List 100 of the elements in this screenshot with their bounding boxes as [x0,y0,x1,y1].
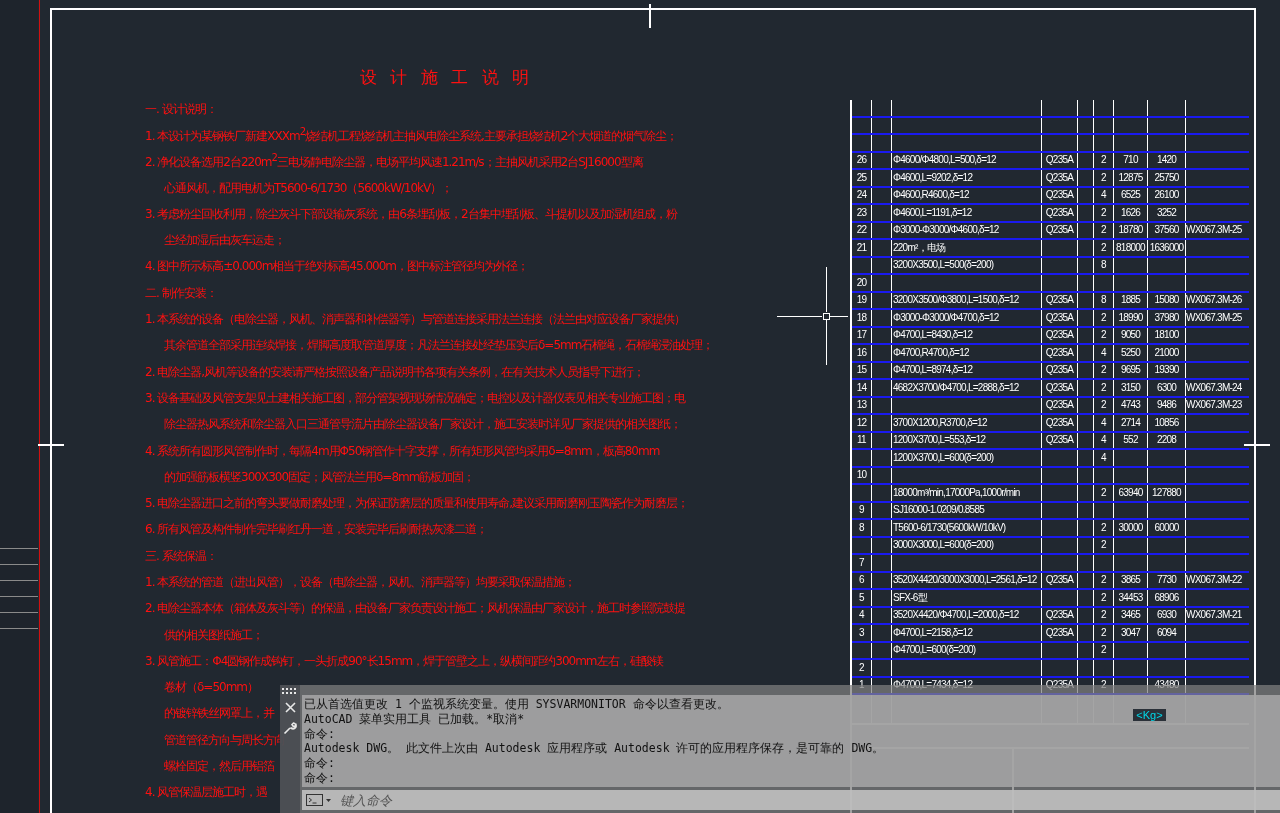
unit-label: <Kg> [1133,709,1166,721]
table-cell: 9050 [1120,329,1141,342]
table-cell: Φ4600/Φ4800,L=500,δ=12 [893,154,996,167]
note-text: 1. 本设计为某钢铁厂新建XXXm$^{2}$烧结机工程烧结机主抽风电除尘系统,主要承担烧结机2个大烟道的烟气除尘； [145,125,678,145]
table-cell: 2 [1101,521,1106,534]
table-cell: 37560 [1154,224,1179,237]
note-text: 除尘器热风系统和除尘器入口三通管导流片由除尘器设备厂家设计，施工安装时详见厂家提供的相关图纸； [164,416,681,434]
table-cell: Q235A [1045,206,1074,219]
table-cell: Q235A [1045,364,1074,377]
table-cell: 68906 [1154,591,1179,604]
table-cell: Q235A [1045,346,1074,359]
drawing-title: 设 计 施 工 说 明 [360,66,535,89]
note-text: 卷材（δ=50mm） [164,679,259,697]
note-text: 1. 本系统的管道（进出风管），设备（电除尘器，风机、消声器等）均要采取保温措施； [145,574,576,591]
table-cell: 26100 [1154,189,1179,202]
table-cell: Q235A [1045,609,1074,622]
table-cell: 4 [859,609,864,622]
note-text: 的镀锌铁丝网罩上，并 [164,705,274,723]
table-cell: 3700X1200,R3700,δ=12 [893,416,987,429]
table-cell: Q235A [1045,399,1074,412]
table-cell: 2 [859,661,864,674]
table-cell: 25750 [1154,171,1179,184]
table-cell: 17 [856,329,867,342]
table-cell: 2 [1101,644,1106,657]
table-cell: 20 [856,276,867,289]
table-cell: 60000 [1154,521,1179,534]
table-cell: Q235A [1045,416,1074,429]
section-heading: 二. 制作安装： [145,284,217,302]
note-text: 2. 净化设备选用2台220m$^{2}$三电场静电除尘器，电场平均风速1.21m/s；主抽风机采用2台SJ16000型离 [145,152,643,172]
table-cell: 24 [856,189,867,202]
table-cell: 2 [1101,574,1106,587]
table-cell: 15080 [1154,294,1179,307]
table-cell: 18000m³/min,17000Pa,1000r/min [893,486,1020,499]
table-cell: 5 [859,591,864,604]
table-cell: 25 [856,171,867,184]
note-text: 1. 本系统的设备（电除尘器，风机、消声器和补偿器等）与管道连接采用法兰连接（法兰由对应设备厂家提供） [145,311,686,328]
table-cell: 4 [1101,434,1106,447]
history-line: AutoCAD 菜单实用工具 已加载。*取消* [304,711,525,727]
table-cell: Φ4700,L=2158,δ=12 [893,626,973,639]
table-cell: 552 [1123,434,1138,447]
table-cell: 1200X3700,L=600(δ=200) [893,451,994,464]
table-cell: 1885 [1120,294,1141,307]
table-cell: 34453 [1118,591,1143,604]
note-text: 4. 图中所示标高±0.000m相当于绝对标高45.000m，图中标注管径均为外径； [145,258,529,276]
table-cell: 3000X3000,L=600(δ=200) [893,539,994,552]
table-cell: 16 [856,346,867,359]
table-cell: Q235A [1045,574,1074,587]
table-cell: Φ3000-Φ3000/Φ4600,δ=12 [893,224,999,237]
table-cell: 1200X3700,L=553,δ=12 [893,434,986,447]
table-cell: 8 [859,521,864,534]
table-cell: WX067.3M-22 [1186,574,1242,587]
table-cell: 8 [1101,294,1106,307]
table-cell: 2208 [1156,434,1177,447]
table-cell: Q235A [1045,329,1074,342]
table-cell: 3252 [1156,206,1177,219]
table-cell: 10856 [1154,416,1179,429]
table-cell: 1 [859,679,864,692]
table-cell: 3465 [1120,609,1141,622]
note-text: 其余管道全部采用连续焊接，焊脚高度取管道厚度；凡法兰连接处经垫压实后δ=5mm石棉绳，石棉绳浸油处理； [164,337,714,355]
table-cell: Q235A [1045,171,1074,184]
table-cell: Φ4700,L=7434,δ=12 [893,679,973,692]
table-cell: 220m²，电场 [893,241,946,254]
note-text: 心通风机，配用电机为T5600-6/1730（5600kW/10kV）； [164,179,453,197]
command-line-field[interactable]: 键入命令 [302,790,1280,810]
table-cell: 3150 [1120,381,1141,394]
table-cell: 37980 [1154,311,1179,324]
table-cell: 4 [1101,451,1106,464]
table-cell: WX067.3M-25 [1186,311,1242,324]
table-cell: Φ4700,R4700,δ=12 [893,346,969,359]
table-cell: 2 [1101,171,1106,184]
table-cell: 18990 [1118,311,1143,324]
table-cell: 818000 [1116,241,1145,254]
table-cell: 15 [856,364,867,377]
command-input[interactable]: 键入命令 [340,792,1280,808]
table-cell: 710 [1123,154,1138,167]
note-text: 4. 系统所有圆形风管制作时，每隔4m用Φ50钢管作十字支撑，所有矩形风管均采用δ=8mm，板高80mm [145,442,660,460]
table-cell: 22 [856,224,867,237]
table-cell: 12875 [1118,171,1143,184]
table-cell: 30000 [1118,521,1143,534]
table-cell: 2 [1101,329,1106,342]
table-cell: 12 [856,416,867,429]
table-cell: 2 [1101,154,1106,167]
table-cell: 4 [1101,346,1106,359]
table-cell: 1636000 [1149,241,1184,254]
table-cell: 63940 [1118,486,1143,499]
note-text: 2. 电除尘器本体（箱体及灰斗等）的保温，由设备厂家负责设计施工；风机保温由厂家设计，施工时参照院鼓提 [145,600,686,618]
table-cell: WX067.3M-24 [1186,381,1242,394]
table-cell: Φ3000-Φ3000/Φ4700,δ=12 [893,311,999,324]
table-cell: WX067.3M-21 [1186,609,1242,622]
table-cell: Φ4700,L=8974,δ=12 [893,364,973,377]
table-cell: 3 [859,626,864,639]
table-cell: SJ16000-1.0209/0.8585 [893,504,984,517]
table-cell: 3047 [1120,626,1141,639]
table-cell: 1420 [1156,154,1177,167]
table-cell: 4682X3700/Φ4700,L=2888,δ=12 [893,381,1019,394]
note-text: 6. 所有风管及构件制作完毕刷红丹一道，安装完毕后刷耐热灰漆二道； [145,521,488,539]
table-cell: 13 [856,399,867,412]
table-cell: Q235A [1045,381,1074,394]
table-cell: 18780 [1118,224,1143,237]
table-cell: WX067.3M-25 [1186,224,1242,237]
